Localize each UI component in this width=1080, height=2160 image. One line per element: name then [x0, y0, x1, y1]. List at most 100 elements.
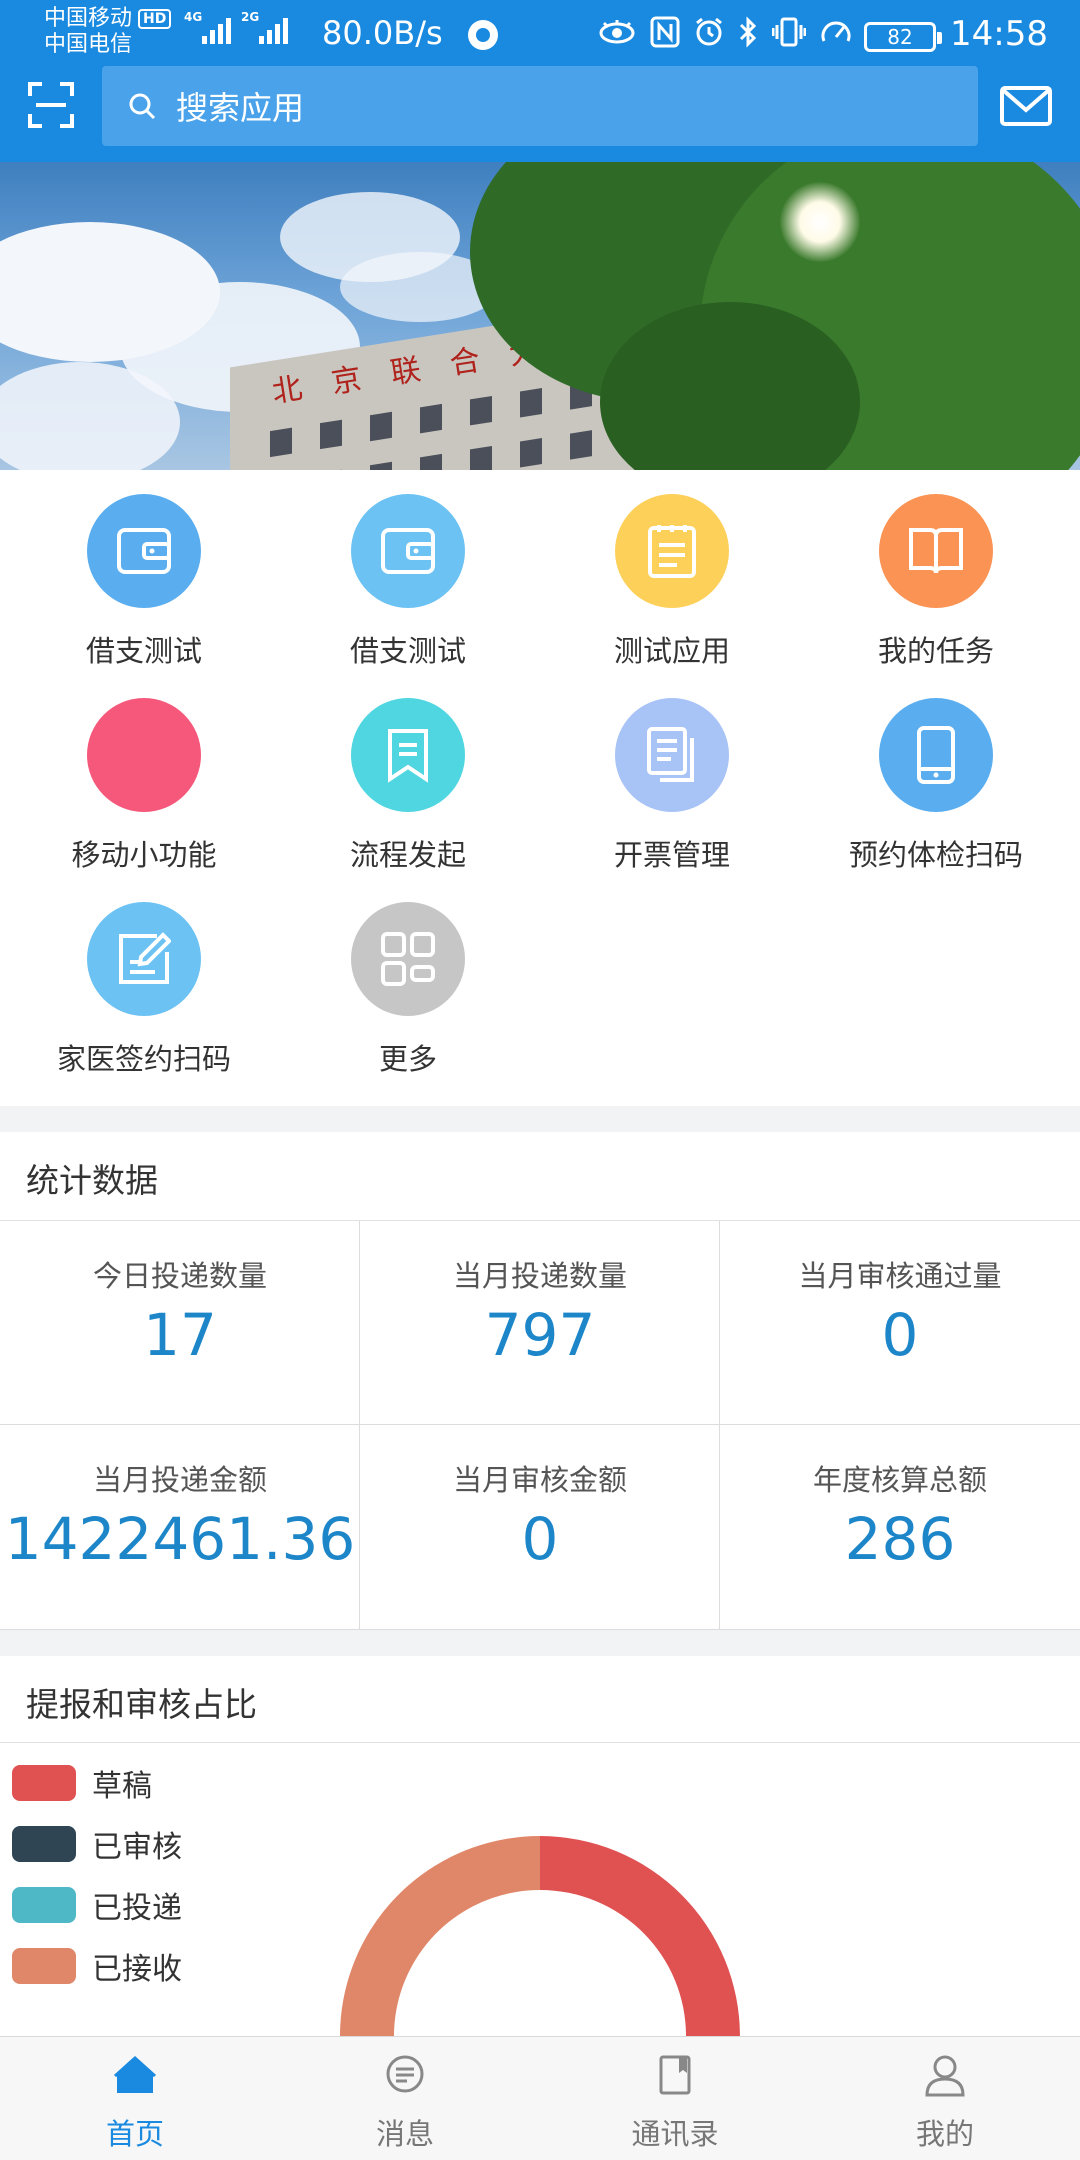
phone-icon [879, 698, 993, 812]
book-icon [879, 494, 993, 608]
status-bar: 中国移动 HD 中国电信 4G 2G 80.0B/s 82 14:58 [0, 0, 1080, 66]
legend-swatch [12, 1886, 76, 1923]
search-icon [129, 93, 156, 120]
speed-icon [821, 21, 851, 42]
app-header: 搜索应用 [0, 66, 1080, 162]
eye-comfort-icon [599, 20, 635, 44]
legend-label: 已投递 [92, 1890, 182, 1926]
stat-label: 当月审核通过量 [798, 1259, 1002, 1293]
net-speed: 80.0B/s [322, 14, 443, 52]
legend-item[interactable]: 草稿 [12, 1752, 182, 1813]
nav-tab-profile[interactable]: 我的 [810, 2037, 1080, 2160]
bookmark-icon [351, 698, 465, 812]
app-tile[interactable]: 测试应用 [540, 470, 804, 670]
grid-icon [351, 902, 465, 1016]
app-tile[interactable]: 移动小功能 [12, 674, 276, 874]
grid-divider [0, 1424, 1080, 1425]
banner-carousel[interactable]: 北京联合大 [0, 162, 1080, 470]
app-tile[interactable]: 开票管理 [540, 674, 804, 874]
stat-value: 797 [484, 1301, 596, 1369]
nav-tab-contacts[interactable]: 通讯录 [540, 2037, 810, 2160]
contacts-icon [659, 2055, 691, 2095]
donut-chart[interactable] [320, 1816, 760, 2036]
app-tile[interactable]: 家医签约扫码 [12, 878, 276, 1078]
app-label: 预约体检扫码 [848, 838, 1023, 872]
ratio-section: 提报和审核占比 草稿 已审核 已投递 已接收 [0, 1656, 1080, 2036]
app-label: 家医签约扫码 [56, 1042, 231, 1076]
edit-icon [87, 902, 201, 1016]
documents-icon [615, 698, 729, 812]
app-tile[interactable]: 更多 [276, 878, 540, 1078]
banner-sun [780, 182, 860, 262]
stat-value: 17 [143, 1301, 217, 1369]
legend-item[interactable]: 已审核 [12, 1813, 182, 1874]
carrier-info: 中国移动 HD 中国电信 [44, 6, 172, 58]
notepad-icon [615, 494, 729, 608]
stat-value: 0 [881, 1301, 919, 1369]
bluetooth-icon [739, 16, 757, 48]
signal-indicators: 4G 2G [184, 10, 288, 44]
home-icon [113, 2055, 157, 2093]
user-icon [925, 2055, 965, 2097]
mail-icon[interactable] [1000, 86, 1052, 126]
grid-divider [719, 1221, 720, 1629]
scan-icon[interactable] [28, 82, 74, 128]
system-icons [598, 16, 852, 48]
app-label: 借支测试 [85, 634, 202, 668]
legend-label: 已审核 [92, 1829, 182, 1865]
app-tile[interactable]: 预约体检扫码 [804, 674, 1068, 874]
carrier-1: 中国移动 [44, 6, 133, 31]
vibrate-icon [772, 17, 806, 47]
chart-legend: 草稿 已审核 已投递 已接收 [12, 1752, 182, 1996]
stats-title: 统计数据 [26, 1161, 158, 1200]
search-input[interactable]: 搜索应用 [102, 66, 978, 146]
stat-label: 年度核算总额 [812, 1463, 987, 1497]
search-placeholder: 搜索应用 [176, 89, 305, 127]
nav-label: 首页 [105, 2117, 164, 2151]
do-not-disturb-icon [468, 20, 498, 50]
app-grid: 借支测试 借支测试 测试应用 我的任务 移动小功能 流程发起 开票管理 预约体检… [0, 470, 1080, 1106]
stat-cell[interactable]: 今日投递数量 17 [0, 1221, 360, 1425]
app-tile[interactable]: 借支测试 [276, 470, 540, 670]
donut-slice-草稿[interactable] [540, 1836, 740, 2036]
legend-item[interactable]: 已投递 [12, 1874, 182, 1935]
app-label: 开票管理 [613, 838, 730, 872]
app-tile[interactable]: 我的任务 [804, 470, 1068, 670]
stat-cell[interactable]: 当月审核通过量 0 [720, 1221, 1080, 1425]
signal-1-label: 4G [184, 10, 203, 24]
stat-cell[interactable]: 当月审核金额 0 [360, 1425, 720, 1629]
grid-divider [359, 1221, 360, 1629]
ratio-title: 提报和审核占比 [26, 1685, 257, 1724]
stat-cell[interactable]: 当月投递数量 797 [360, 1221, 720, 1425]
nav-tab-messages[interactable]: 消息 [270, 2037, 540, 2160]
nav-label: 我的 [915, 2117, 974, 2151]
stat-cell[interactable]: 年度核算总额 286 [720, 1425, 1080, 1629]
section-divider [0, 1742, 1080, 1743]
stats-grid: 今日投递数量 17 当月投递数量 797 当月审核通过量 0 当月投递金额 14… [0, 1220, 1080, 1630]
nav-tab-home[interactable]: 首页 [0, 2037, 270, 2160]
stat-label: 当月投递金额 [92, 1463, 267, 1497]
signal-icon: 4G [184, 10, 231, 44]
app-tile[interactable]: 流程发起 [276, 674, 540, 874]
stats-section: 统计数据 今日投递数量 17 当月投递数量 797 当月审核通过量 0 当月投递… [0, 1132, 1080, 1630]
legend-item[interactable]: 已接收 [12, 1935, 182, 1996]
stat-label: 今日投递数量 [92, 1259, 267, 1293]
nfc-icon [650, 16, 680, 48]
legend-swatch [12, 1947, 76, 1984]
legend-swatch [12, 1825, 76, 1862]
clock: 14:58 [950, 14, 1048, 54]
stat-value: 0 [521, 1505, 559, 1573]
legend-swatch [12, 1764, 76, 1801]
stat-value: 1422461.36 [4, 1505, 356, 1573]
nav-label: 消息 [375, 2117, 434, 2151]
donut-slice-已接收[interactable] [340, 1836, 540, 2036]
wallet-icon [351, 494, 465, 608]
stat-cell[interactable]: 当月投递金额 1422461.36 [0, 1425, 360, 1629]
stat-label: 当月投递数量 [452, 1259, 627, 1293]
app-label: 测试应用 [613, 634, 730, 668]
message-icon [386, 2055, 424, 2093]
grid-divider [0, 1629, 1080, 1630]
app-tile[interactable]: 借支测试 [12, 470, 276, 670]
app-label: 流程发起 [349, 838, 466, 872]
wallet-icon [87, 494, 201, 608]
